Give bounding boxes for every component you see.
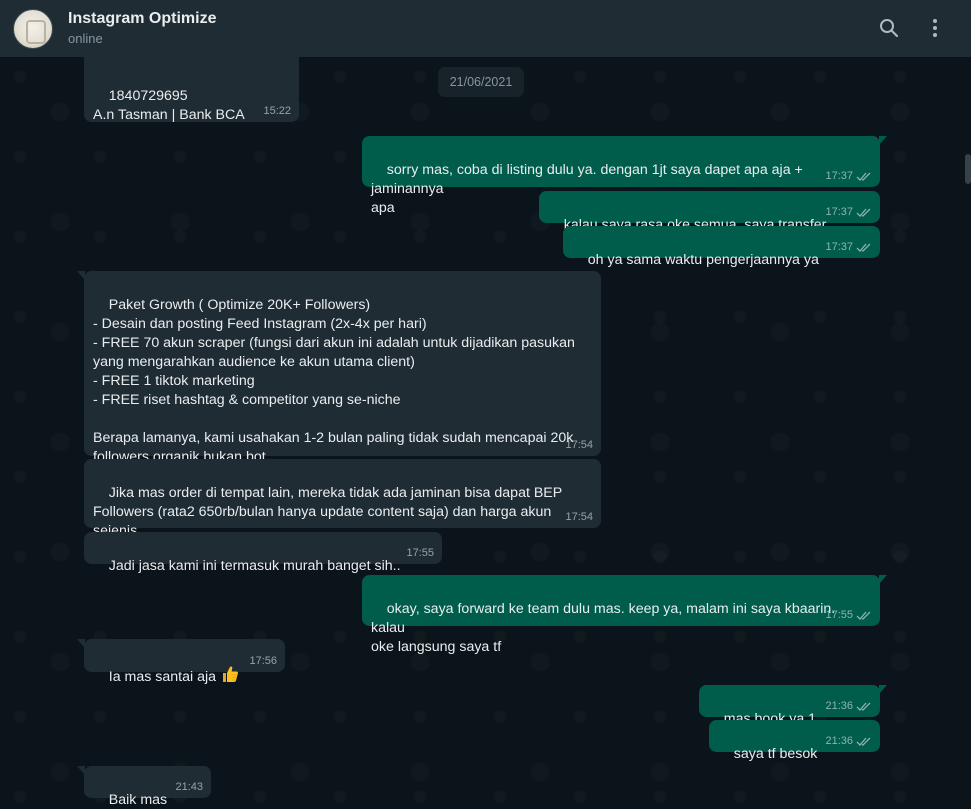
contact-status: online (68, 31, 103, 46)
message-time: 17:55 (825, 609, 853, 621)
message-meta: 17:54 (565, 438, 593, 452)
message-time: 17:54 (565, 511, 593, 523)
message-outgoing[interactable]: sorry mas, coba di listing dulu ya. deng… (362, 136, 887, 216)
message-incoming[interactable]: Paket Growth ( Optimize 20K+ Followers) … (77, 271, 601, 465)
message-meta: 21:36 (825, 699, 872, 713)
message-time: 21:36 (825, 735, 853, 747)
message-outgoing[interactable]: okay, saya forward ke team dulu mas. kee… (362, 575, 887, 655)
double-check-icon (856, 702, 871, 711)
message-meta: 17:54 (565, 510, 593, 524)
message-meta: 17:37 (825, 205, 872, 219)
message-time: 17:37 (825, 170, 853, 182)
message-text: Jadi jasa kami ini termasuk murah banget… (108, 558, 401, 574)
message-text: saya tf besok (733, 746, 818, 762)
chat-header: Instagram Optimize online (0, 0, 971, 57)
message-meta: 17:55 (406, 546, 434, 560)
message-time: 17:55 (406, 547, 434, 559)
message-time: 21:43 (175, 781, 203, 793)
message-text: Paket Growth ( Optimize 20K+ Followers) … (93, 297, 575, 465)
message-outgoing[interactable]: oh ya sama waktu pengerjaannya ya 17:37 (563, 226, 880, 268)
message-meta: 15:22 (263, 104, 291, 118)
message-meta: 17:55 (825, 608, 872, 622)
contact-avatar[interactable] (13, 8, 53, 49)
message-incoming[interactable]: Jadi jasa kami ini termasuk murah banget… (84, 532, 442, 574)
message-meta: 21:43 (175, 780, 203, 794)
message-incoming[interactable]: Jika mas order di tempat lain, mereka ti… (84, 459, 601, 558)
message-meta: 21:36 (825, 734, 872, 748)
message-time: 17:54 (565, 439, 593, 451)
menu-dots-icon[interactable] (923, 14, 947, 42)
message-time: 21:36 (825, 700, 853, 712)
message-outgoing[interactable]: saya tf besok 21:36 (709, 720, 880, 762)
message-incoming[interactable]: 1840729695 A.n Tasman | Bank BCA 15:22 (84, 57, 299, 123)
message-text: Ia mas santai aja (108, 669, 217, 685)
message-time: 15:22 (263, 105, 291, 117)
double-check-icon (856, 737, 871, 746)
message-meta: 17:37 (825, 169, 872, 183)
search-icon[interactable] (877, 14, 901, 42)
thumbs-up-icon (223, 666, 239, 682)
message-text: 1840729695 A.n Tasman | Bank BCA (93, 88, 245, 123)
message-incoming[interactable]: Ia mas santai aja 17:56 (77, 639, 285, 685)
double-check-icon (856, 172, 871, 181)
double-check-icon (856, 243, 871, 252)
message-list[interactable]: 21/06/2021 1840729695 A.n Tasman | Bank … (0, 57, 971, 809)
message-text: Baik mas (108, 792, 168, 808)
double-check-icon (856, 208, 871, 217)
message-outgoing[interactable]: mas book ya 1 21:36 (699, 685, 887, 727)
message-meta: 17:37 (825, 240, 872, 254)
message-text: okay, saya forward ke team dulu mas. kee… (371, 601, 836, 655)
message-time: 17:37 (825, 241, 853, 253)
message-time: 17:56 (249, 655, 277, 667)
contact-name: Instagram Optimize (68, 10, 217, 27)
message-text: oh ya sama waktu pengerjaannya ya (587, 252, 819, 268)
message-meta: 17:56 (249, 654, 277, 668)
contact-info[interactable]: Instagram Optimize online (68, 9, 216, 48)
date-divider: 21/06/2021 (438, 67, 524, 97)
message-incoming[interactable]: Baik mas 21:43 (77, 766, 211, 808)
message-time: 17:37 (825, 206, 853, 218)
message-outgoing[interactable]: kalau saya rasa oke semua, saya transfer… (539, 191, 880, 233)
scrollbar[interactable] (965, 154, 971, 184)
double-check-icon (856, 611, 871, 620)
